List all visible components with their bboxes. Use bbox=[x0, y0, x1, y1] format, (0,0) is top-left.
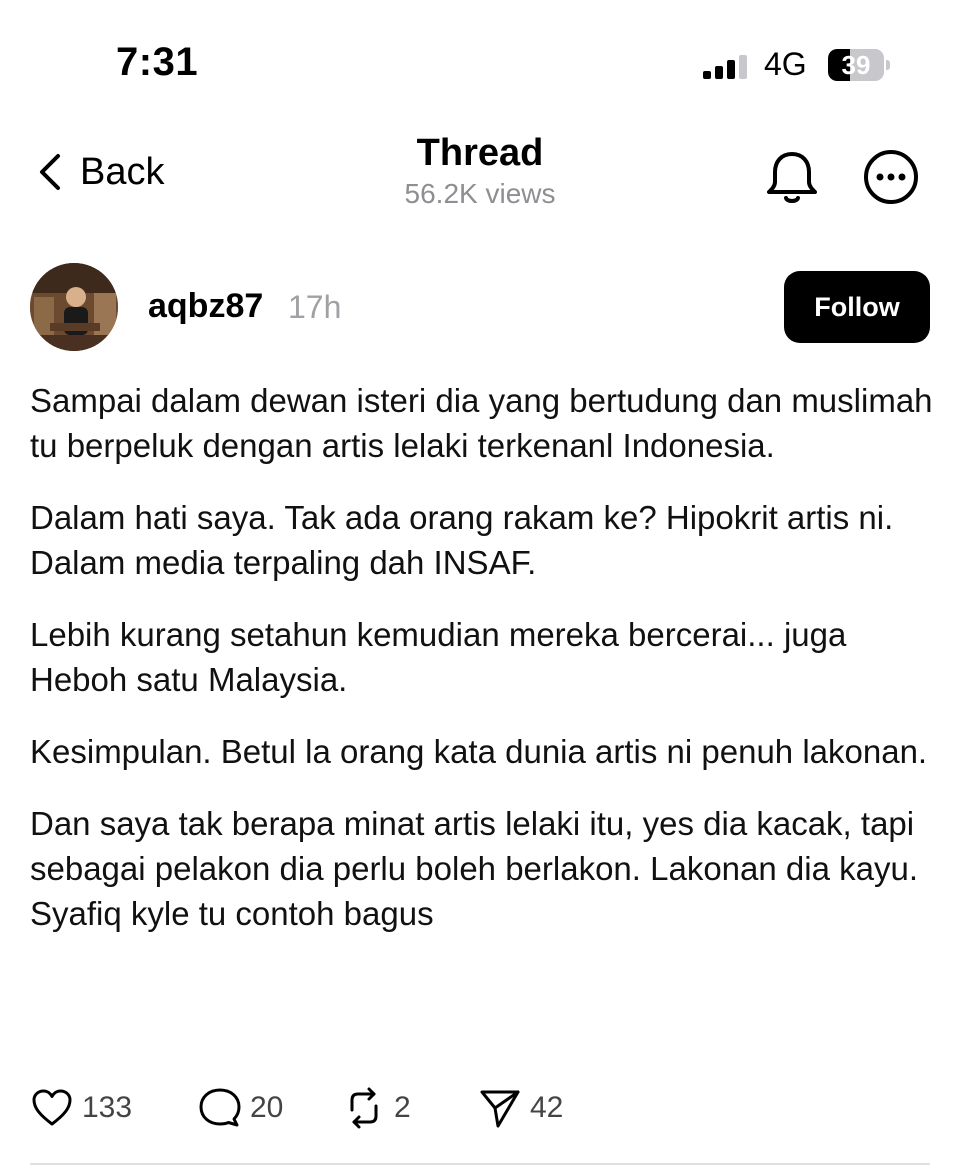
more-icon bbox=[864, 150, 918, 204]
username[interactable]: aqbz87 bbox=[148, 287, 263, 326]
post-time: 17h bbox=[288, 289, 342, 325]
post-body: Sampai dalam dewan isteri dia yang bertu… bbox=[30, 378, 935, 963]
post-paragraph: Kesimpulan. Betul la orang kata dunia ar… bbox=[30, 733, 928, 770]
send-icon bbox=[480, 1090, 520, 1128]
repost-icon bbox=[350, 1087, 378, 1129]
heart-icon bbox=[32, 1089, 72, 1126]
avatar-image bbox=[30, 263, 118, 351]
status-time: 7:31 bbox=[116, 40, 199, 84]
reply-count: 20 bbox=[250, 1091, 284, 1124]
repost-button[interactable]: 2 bbox=[342, 1084, 411, 1132]
follow-button[interactable]: Follow bbox=[784, 271, 930, 343]
network-label: 4G bbox=[764, 46, 807, 82]
avatar[interactable] bbox=[30, 263, 118, 351]
bell-icon bbox=[767, 152, 817, 203]
share-count: 42 bbox=[530, 1091, 564, 1124]
post-paragraph: Dan saya tak berapa minat artis lelaki i… bbox=[30, 805, 918, 932]
signal-icon bbox=[703, 55, 749, 79]
divider bbox=[30, 1163, 930, 1165]
reply-button[interactable]: 20 bbox=[198, 1084, 283, 1132]
notifications-button[interactable] bbox=[762, 148, 822, 208]
status-bar: 7:31 4G 39 bbox=[0, 0, 960, 120]
post-paragraph: Dalam hati saya. Tak ada orang rakam ke?… bbox=[30, 499, 894, 581]
nav-header: Back Thread 56.2K views bbox=[0, 120, 960, 230]
like-button[interactable]: 133 bbox=[30, 1084, 132, 1132]
post-paragraph: Sampai dalam dewan isteri dia yang bertu… bbox=[30, 382, 933, 464]
repost-count: 2 bbox=[394, 1091, 411, 1124]
battery-level: 39 bbox=[841, 50, 871, 80]
post-actions: 133 20 2 42 bbox=[30, 1084, 930, 1132]
more-options-button[interactable] bbox=[862, 148, 920, 206]
comment-icon bbox=[199, 1088, 241, 1127]
battery-icon: 39 bbox=[828, 49, 890, 81]
post-paragraph: Lebih kurang setahun kemudian mereka ber… bbox=[30, 616, 847, 698]
share-button[interactable]: 42 bbox=[478, 1084, 563, 1132]
like-count: 133 bbox=[82, 1091, 133, 1124]
